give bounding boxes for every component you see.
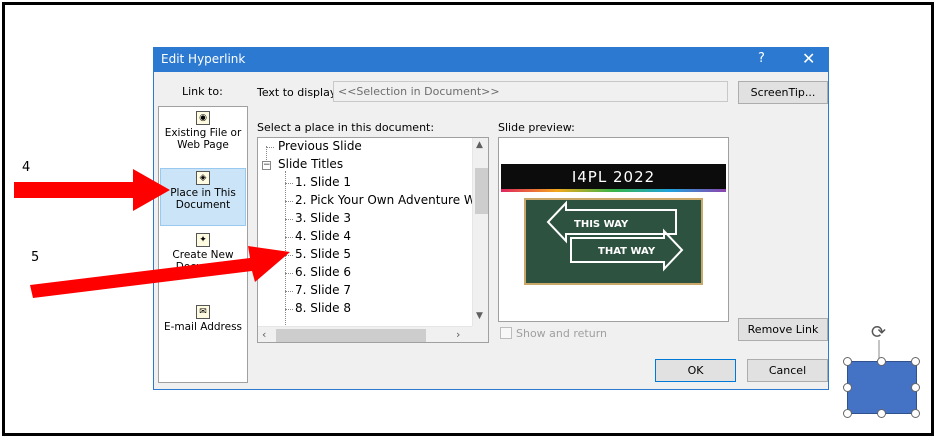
resize-handle[interactable] [843, 383, 852, 392]
resize-handle[interactable] [877, 357, 886, 366]
arrow-step-4 [14, 169, 170, 211]
resize-handle[interactable] [911, 383, 920, 392]
resize-handle[interactable] [843, 409, 852, 418]
resize-handle[interactable] [843, 357, 852, 366]
annotation-step-5: 5 [31, 250, 40, 265]
resize-handle[interactable] [877, 409, 886, 418]
annotation-step-4: 4 [22, 160, 31, 175]
rectangle-shape[interactable] [847, 361, 917, 414]
resize-handle[interactable] [911, 357, 920, 366]
resize-handle[interactable] [911, 409, 920, 418]
arrow-step-5 [30, 246, 290, 298]
annotation-arrows [14, 169, 290, 298]
